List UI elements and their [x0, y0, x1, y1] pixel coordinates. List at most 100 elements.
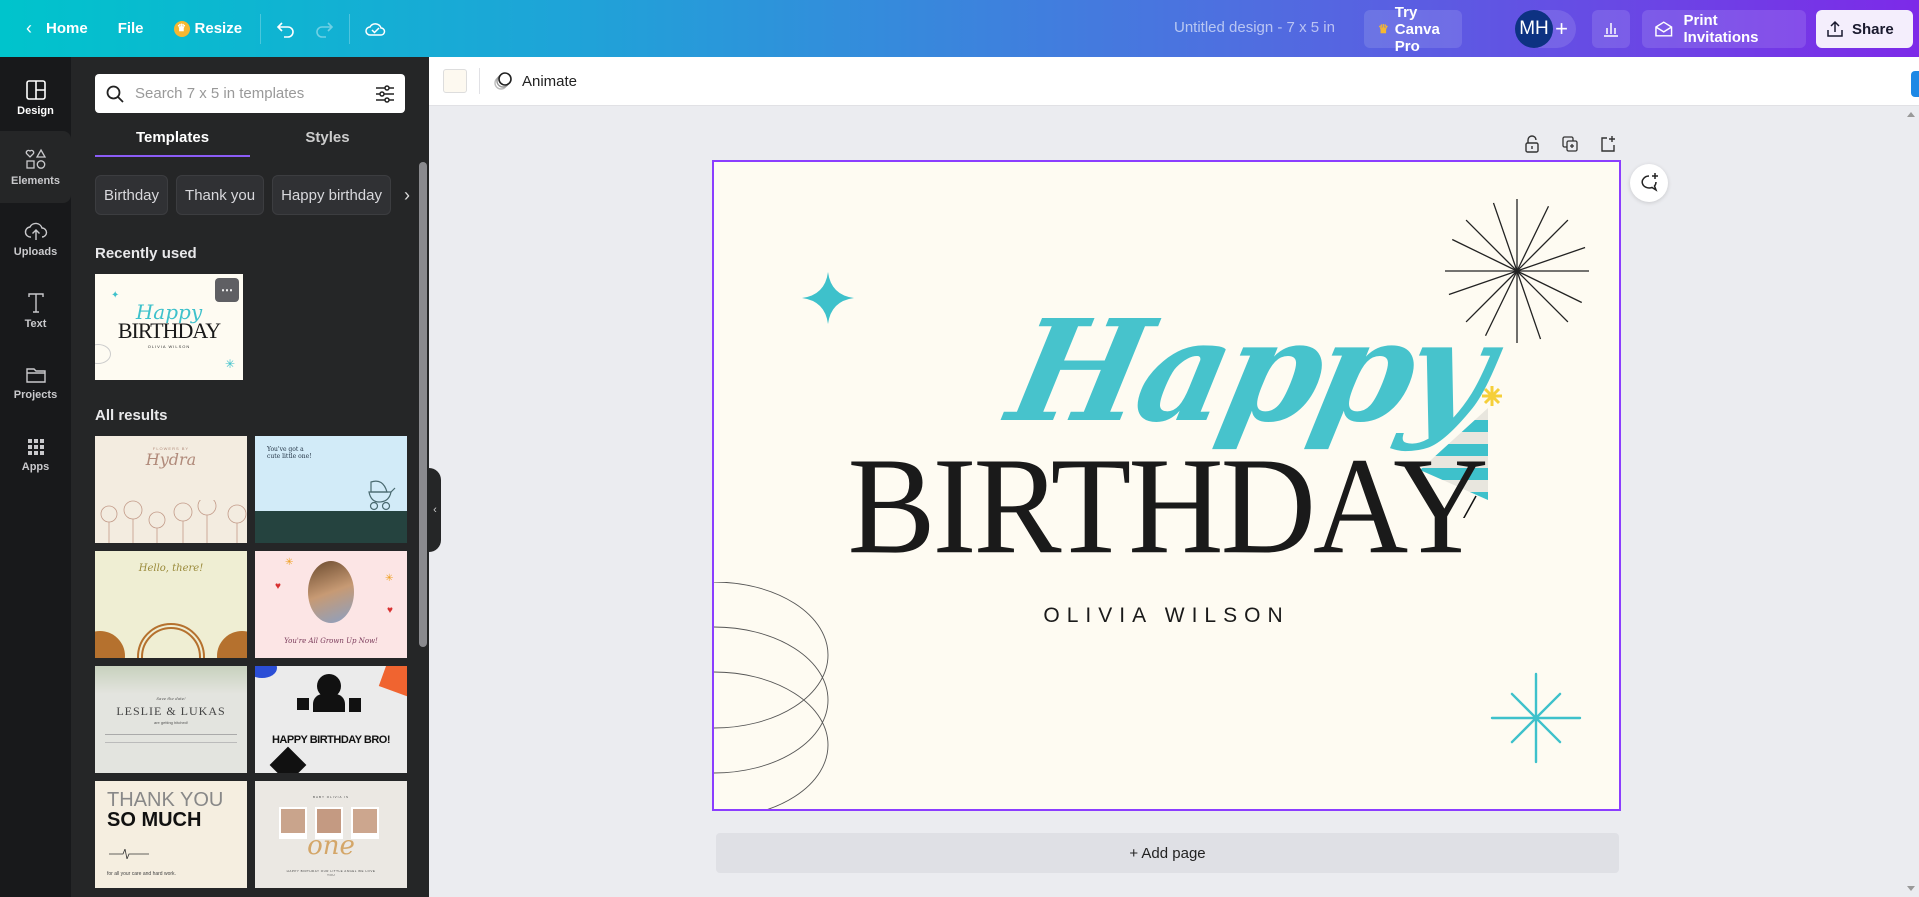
rail-label: Uploads — [13, 246, 58, 258]
document-title[interactable]: Untitled design - 7 x 5 in — [1174, 19, 1335, 36]
share-label: Share — [1852, 20, 1894, 38]
chevron-right-icon[interactable]: › — [399, 175, 415, 215]
teal-star-icon[interactable] — [1490, 672, 1582, 764]
add-page-icon[interactable] — [1598, 134, 1618, 154]
sun-decoration — [95, 631, 125, 658]
template-subtitle: BABY OLIVIA IS — [313, 795, 349, 799]
home-button[interactable]: ‹ Home — [14, 10, 100, 48]
panel-scrollbar[interactable] — [419, 162, 427, 647]
top-bar: ‹ Home File ♛ Resize Untitled design - 7… — [0, 0, 1919, 57]
context-toolbar: Animate — [429, 57, 1919, 106]
rail-label: Projects — [13, 389, 58, 401]
recent-design-thumbnail[interactable]: ✦ Happy BIRTHDAY OLIVIA WILSON ✳ ⋯ — [95, 274, 243, 380]
scroll-up-arrow[interactable] — [1907, 112, 1915, 117]
template-thumbnail[interactable]: You've got a cute little one! — [255, 436, 407, 543]
template-search-box[interactable] — [95, 74, 405, 113]
template-thumbnail[interactable]: FLOWERS BY Hydra — [95, 436, 247, 543]
share-button[interactable]: Share — [1816, 10, 1913, 48]
side-tab[interactable] — [1911, 71, 1919, 97]
template-subtitle: for all your care and hard work. — [107, 871, 176, 877]
template-subtitle: Save the date! — [156, 696, 186, 701]
rail-label: Text — [24, 318, 47, 330]
rail-item-text[interactable]: Text — [0, 275, 71, 347]
rail-item-uploads[interactable]: Uploads — [0, 203, 71, 275]
burst-ray — [1465, 219, 1518, 272]
template-thumbnail[interactable]: BABY OLIVIA IS one HAPPY BIRTHDAY OUR LI… — [255, 781, 407, 888]
recently-used-heading: Recently used — [95, 245, 197, 262]
print-invitations-button[interactable]: Print Invitations — [1642, 10, 1806, 48]
crown-icon: ♛ — [173, 20, 190, 37]
happy-script-text[interactable]: Happy — [997, 290, 1502, 454]
animate-label: Animate — [522, 72, 578, 90]
divider — [479, 68, 480, 94]
heartbeat-line — [109, 849, 149, 859]
chip-happy-birthday[interactable]: Happy birthday — [272, 175, 391, 215]
more-options-button[interactable]: ⋯ — [215, 278, 239, 302]
try-pro-label: Try Canva Pro — [1394, 3, 1440, 55]
gift-icon — [297, 698, 309, 710]
user-avatar[interactable]: MH — [1515, 10, 1553, 48]
recipient-name-text[interactable]: OLIVIA WILSON — [714, 604, 1619, 628]
rail-item-projects[interactable]: Projects — [0, 347, 71, 419]
pram-icon — [368, 480, 396, 511]
scroll-down-arrow[interactable] — [1907, 886, 1915, 891]
template-title: HAPPY BIRTHDAY BRO! — [271, 734, 391, 746]
lock-icon[interactable] — [1522, 134, 1542, 154]
template-thumbnail[interactable]: HAPPY BIRTHDAY BRO! — [255, 666, 407, 773]
canvas-scrollbar[interactable] — [1904, 106, 1919, 897]
left-rail: Design Elements Uploads Text Projects Ap… — [0, 57, 71, 897]
home-label: Home — [46, 20, 88, 37]
birthday-heading[interactable]: BIRTHDAY — [714, 436, 1619, 576]
template-thumbnail[interactable]: Hello, there! — [95, 551, 247, 658]
insights-button[interactable] — [1592, 10, 1630, 48]
undo-button[interactable] — [267, 10, 305, 48]
duplicate-page-icon[interactable] — [1560, 134, 1580, 154]
bar-chart-icon — [1604, 23, 1618, 37]
collapse-panel-button[interactable]: ‹ — [429, 468, 441, 552]
envelope-icon — [1655, 21, 1673, 37]
template-title: You've got a cute little one! — [267, 446, 312, 460]
design-page[interactable]: BIRTHDAY Happy OLIVIA WILSON — [712, 160, 1621, 811]
gift-icon — [349, 698, 361, 712]
redo-button[interactable] — [305, 10, 343, 48]
resize-label: Resize — [194, 20, 243, 37]
burst-ray — [1516, 270, 1569, 323]
rail-item-apps[interactable]: Apps — [0, 419, 71, 491]
burst-decoration — [269, 746, 307, 773]
tab-styles[interactable]: Styles — [250, 119, 405, 155]
try-canva-pro-button[interactable]: ♛ Try Canva Pro — [1364, 4, 1462, 55]
save-status-button[interactable] — [356, 10, 394, 48]
redo-icon — [316, 21, 334, 38]
search-icon — [106, 85, 124, 103]
tab-templates[interactable]: Templates — [95, 119, 250, 157]
template-thumbnail[interactable]: Save the date! LESLIE & LUKAS are gettin… — [95, 666, 247, 773]
template-thumbnail[interactable]: THANK YOU SO MUCH for all your care and … — [95, 781, 247, 888]
add-page-button[interactable]: + Add page — [716, 833, 1619, 873]
add-comment-button[interactable] — [1630, 164, 1668, 202]
crown-icon: ♛ — [1378, 22, 1389, 36]
file-menu-button[interactable]: File — [106, 10, 156, 48]
sparkle-icon[interactable] — [800, 270, 856, 326]
person-illustration — [313, 694, 345, 712]
blob-decoration — [378, 666, 407, 697]
animate-icon — [494, 72, 512, 90]
animate-button[interactable]: Animate — [492, 71, 577, 91]
rail-item-design[interactable]: Design — [0, 65, 71, 131]
filter-chips: Birthday Thank you Happy birthday › — [95, 175, 415, 215]
templates-panel: Templates Styles Birthday Thank you Happ… — [71, 57, 429, 897]
chip-thank-you[interactable]: Thank you — [176, 175, 265, 215]
template-subtitle: HAPPY BIRTHDAY OUR LITTLE ANGEL WE LOVE … — [286, 869, 376, 877]
template-search-input[interactable] — [135, 85, 375, 102]
rail-item-elements[interactable]: Elements — [0, 131, 71, 203]
background-color-swatch[interactable] — [443, 69, 467, 93]
template-thumbnail[interactable]: ✳ ✳ ♥ ♥ You're All Grown Up Now! — [255, 551, 407, 658]
arcs-decoration[interactable] — [714, 582, 844, 811]
text-icon — [27, 293, 44, 313]
resize-button[interactable]: ♛ Resize — [162, 10, 255, 48]
page-tools — [1522, 134, 1618, 154]
chip-birthday[interactable]: Birthday — [95, 175, 169, 215]
filter-sliders-icon[interactable] — [375, 84, 395, 103]
comment-plus-icon — [1641, 173, 1658, 192]
template-subtitle: are getting hitched! — [153, 720, 189, 725]
thumb-name-text: OLIVIA WILSON — [147, 344, 191, 349]
